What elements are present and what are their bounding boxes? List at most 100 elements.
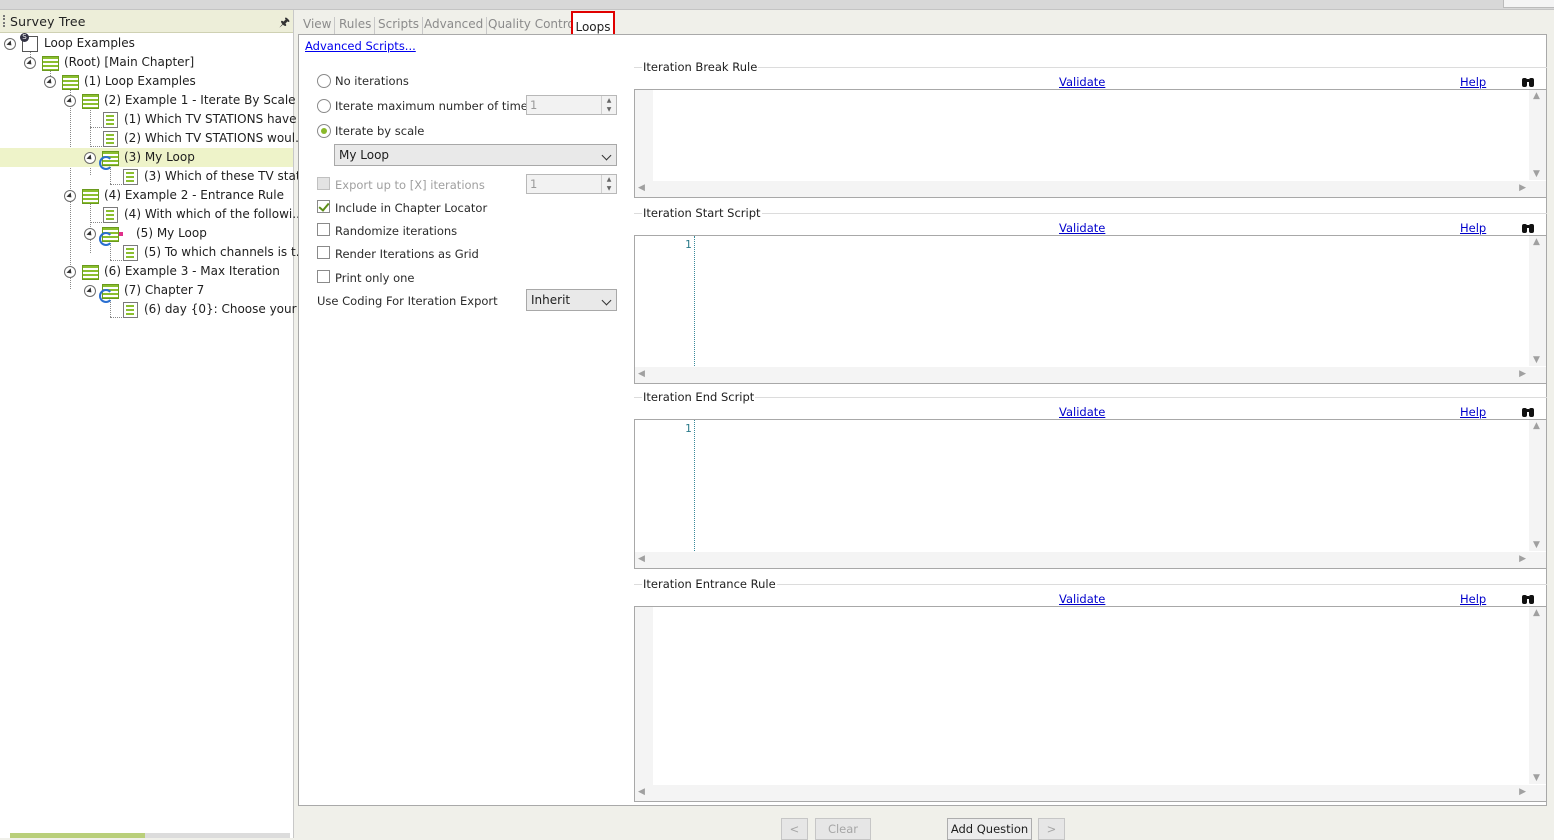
- clear-button[interactable]: Clear: [815, 818, 871, 840]
- question-icon: [123, 302, 138, 318]
- tab-scripts[interactable]: Scripts: [378, 17, 424, 34]
- render-grid-checkbox[interactable]: [317, 246, 330, 259]
- spin-arrows-icon[interactable]: ▲ ▼: [601, 175, 616, 193]
- scale-select[interactable]: My Loop: [334, 144, 617, 166]
- start-script-editor[interactable]: 1 ▲ ▼ ◀ ▶: [634, 235, 1547, 384]
- iterate-max-stepper[interactable]: 1 ▲ ▼: [526, 95, 617, 115]
- editor-horizontal-scrollbar[interactable]: ◀ ▶: [635, 552, 1546, 568]
- tab-advanced[interactable]: Advanced: [424, 17, 488, 34]
- tree-node-label: (5) My Loop: [136, 226, 207, 240]
- chapter-icon: [62, 75, 79, 90]
- use-coding-label: Use Coding For Iteration Export: [317, 294, 498, 308]
- tab-rules[interactable]: Rules: [339, 17, 376, 34]
- print-only-one-checkbox[interactable]: [317, 270, 330, 283]
- tree-node-chapter[interactable]: (4) Example 2 - Entrance Rule: [0, 186, 293, 205]
- entrance-rule-editor[interactable]: ▲ ▼ ◀ ▶: [634, 606, 1547, 802]
- export-up-to-checkbox[interactable]: [317, 177, 330, 190]
- collapse-toggle-icon[interactable]: [44, 76, 56, 88]
- editor-margin: [635, 90, 653, 182]
- editor-vertical-scrollbar[interactable]: ▲ ▼: [1529, 236, 1546, 366]
- end-script-help-link[interactable]: Help: [1460, 405, 1486, 419]
- collapse-toggle-icon[interactable]: [64, 190, 76, 202]
- break-rule-help-link[interactable]: Help: [1460, 75, 1486, 89]
- tree-node-label: (3) My Loop: [124, 150, 195, 164]
- break-rule-validate-link[interactable]: Validate: [1059, 75, 1105, 89]
- next-button[interactable]: >: [1038, 818, 1065, 840]
- binoculars-icon[interactable]: [1521, 404, 1535, 417]
- editor-vertical-scrollbar[interactable]: ▲ ▼: [1529, 90, 1546, 180]
- tab-view[interactable]: View: [303, 17, 336, 34]
- end-script-group: Iteration End Script Validate Help 1 ▲ ▼ …: [634, 390, 1547, 569]
- line-number-gutter: [635, 236, 695, 368]
- collapse-toggle-icon[interactable]: [24, 57, 36, 69]
- tree-node-label: (2) Which TV STATIONS woul...: [124, 131, 307, 145]
- include-chapter-locator-checkbox[interactable]: [317, 200, 330, 213]
- spin-arrows-icon[interactable]: ▲ ▼: [601, 96, 616, 114]
- drag-grip-icon[interactable]: [3, 15, 7, 27]
- tree-node-label: (3) Which of these TV stat...: [144, 169, 312, 183]
- no-iterations-label: No iterations: [335, 74, 409, 88]
- tree-node-chapter[interactable]: (Root) [Main Chapter]: [0, 53, 293, 72]
- end-script-editor[interactable]: 1 ▲ ▼ ◀ ▶: [634, 419, 1547, 569]
- tree-node-question[interactable]: (1) Which TV STATIONS have ...: [0, 110, 312, 129]
- collapse-toggle-icon[interactable]: [84, 152, 96, 164]
- question-icon: [103, 207, 118, 223]
- survey-tree: Loop Examples (Root) [Main Chapter] (1) …: [0, 33, 312, 814]
- start-script-title: Iteration Start Script: [642, 206, 762, 220]
- randomize-iterations-label: Randomize iterations: [335, 224, 458, 238]
- collapse-toggle-icon[interactable]: [84, 285, 96, 297]
- tree-node-survey[interactable]: Loop Examples: [0, 33, 293, 53]
- binoculars-icon[interactable]: [1521, 74, 1535, 87]
- collapse-toggle-icon[interactable]: [84, 228, 96, 240]
- binoculars-icon[interactable]: [1521, 220, 1535, 233]
- line-number: 1: [685, 422, 692, 435]
- editor-horizontal-scrollbar[interactable]: ◀ ▶: [635, 785, 1546, 801]
- tree-node-loop-selected[interactable]: (3) My Loop: [0, 148, 293, 170]
- tree-node-label: (Root) [Main Chapter]: [64, 55, 195, 69]
- use-coding-select[interactable]: Inherit: [526, 289, 617, 311]
- tree-node-question[interactable]: (5) To which channels is t...: [0, 243, 307, 262]
- tree-node-question[interactable]: (2) Which TV STATIONS woul...: [0, 129, 307, 148]
- tree-node-label: (7) Chapter 7: [124, 283, 205, 297]
- editor-horizontal-scrollbar[interactable]: ◀ ▶: [635, 181, 1546, 197]
- advanced-scripts-link[interactable]: Advanced Scripts...: [305, 39, 416, 53]
- tree-node-question[interactable]: (3) Which of these TV stat...: [0, 167, 312, 186]
- tree-horizontal-scrollbar[interactable]: [10, 833, 290, 838]
- question-icon: [103, 131, 118, 147]
- tree-node-question[interactable]: (4) With which of the followi...: [0, 205, 304, 224]
- start-script-validate-link[interactable]: Validate: [1059, 221, 1105, 235]
- end-script-validate-link[interactable]: Validate: [1059, 405, 1105, 419]
- iterate-max-radio[interactable]: [317, 99, 331, 113]
- group-divider: [634, 213, 1547, 214]
- collapse-toggle-icon[interactable]: [64, 266, 76, 278]
- chapter-icon: [82, 94, 99, 109]
- scrollbar-thumb[interactable]: [10, 833, 145, 838]
- tree-node-question[interactable]: (6) day {0}: Choose your ...: [0, 300, 312, 319]
- tree-node-chapter[interactable]: (2) Example 1 - Iterate By Scale: [0, 91, 296, 110]
- randomize-iterations-checkbox[interactable]: [317, 223, 330, 236]
- start-script-help-link[interactable]: Help: [1460, 221, 1486, 235]
- tree-node-label: (2) Example 1 - Iterate By Scale: [104, 93, 296, 107]
- tree-node-loop[interactable]: (5) My Loop: [0, 224, 293, 246]
- pin-icon[interactable]: 🖈︎: [279, 13, 290, 34]
- binoculars-icon[interactable]: [1521, 591, 1535, 604]
- entrance-rule-validate-link[interactable]: Validate: [1059, 592, 1105, 606]
- editor-horizontal-scrollbar[interactable]: ◀ ▶: [635, 367, 1546, 383]
- add-question-button[interactable]: Add Question: [947, 818, 1032, 840]
- export-up-to-stepper[interactable]: 1 ▲ ▼: [526, 174, 617, 194]
- collapse-toggle-icon[interactable]: [4, 38, 16, 50]
- editor-vertical-scrollbar[interactable]: ▲ ▼: [1529, 420, 1546, 551]
- tab-quality-control[interactable]: Quality Control: [488, 17, 583, 34]
- collapse-toggle-icon[interactable]: [64, 95, 76, 107]
- previous-button[interactable]: <: [781, 818, 808, 840]
- no-iterations-radio[interactable]: [317, 74, 331, 88]
- break-rule-editor[interactable]: ▲ ▼ ◀ ▶: [634, 89, 1547, 198]
- tree-node-label: (4) Example 2 - Entrance Rule: [104, 188, 284, 202]
- entrance-rule-help-link[interactable]: Help: [1460, 592, 1486, 606]
- tree-node-loop[interactable]: (7) Chapter 7: [0, 281, 293, 303]
- tree-node-chapter[interactable]: (6) Example 3 - Max Iteration: [0, 262, 293, 281]
- iterate-by-scale-radio[interactable]: [317, 124, 331, 138]
- tree-node-chapter[interactable]: (1) Loop Examples: [0, 72, 293, 91]
- editor-vertical-scrollbar[interactable]: ▲ ▼: [1529, 607, 1546, 784]
- survey-tree-title: Survey Tree: [10, 14, 86, 29]
